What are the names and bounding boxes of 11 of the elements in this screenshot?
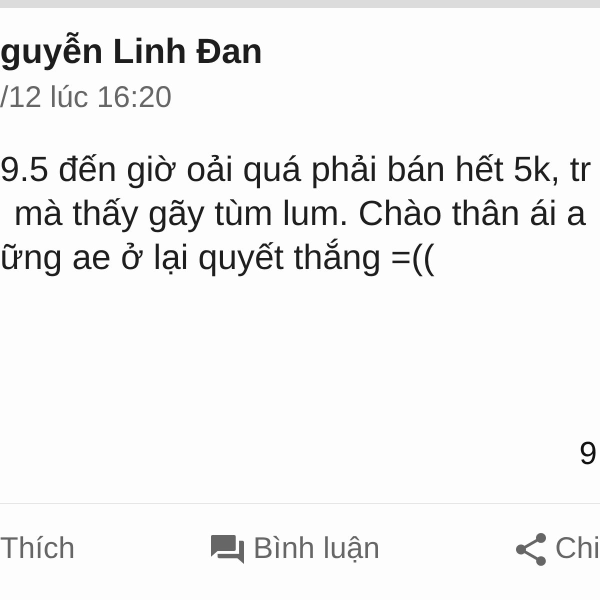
post-text-line: 9.5 đến giờ oải quá phải bán hết 5k, tr [0,149,592,191]
like-button[interactable]: Thích [0,531,76,567]
post-timestamp: /12 lúc 16:20 [0,81,172,115]
post-count: 9 [579,435,597,471]
post-text-line: mà thấy gãy tùm lum. Chào thân ái a [13,193,586,235]
author-name: guyễn Linh Đan [0,32,262,72]
comment-icon [211,534,244,564]
comment-button[interactable]: Bình luận [211,531,380,567]
share-button[interactable]: Chi [516,531,600,567]
post-text-line: ững ae ở lại quyết thắng =(( [0,237,435,279]
share-icon [516,532,546,566]
